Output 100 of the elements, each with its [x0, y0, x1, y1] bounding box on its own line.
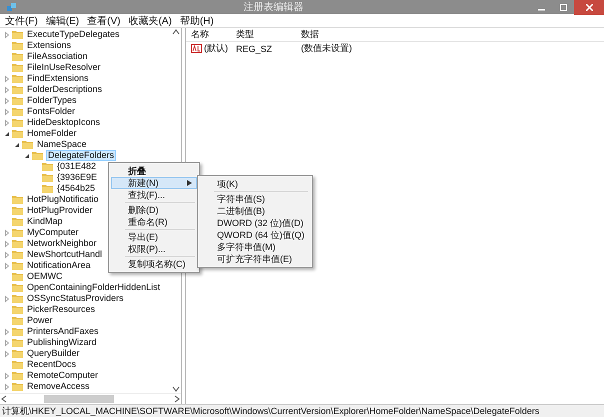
tree-item[interactable]: MyComputer — [26, 227, 80, 238]
folder-icon — [12, 63, 23, 72]
tree-item[interactable]: FontsFolder — [26, 106, 76, 117]
folder-icon — [12, 294, 23, 303]
expand-arrow-icon[interactable] — [2, 382, 12, 392]
menu-bar-item[interactable]: 查看(V) — [86, 14, 122, 28]
folder-icon — [12, 41, 23, 50]
menu-bar-item[interactable]: 帮助(H) — [178, 14, 215, 28]
tree-item[interactable]: OSSyncStatusProviders — [26, 293, 125, 304]
expand-arrow-icon[interactable] — [2, 228, 12, 238]
tree-item[interactable]: HotPlugProvider — [26, 205, 94, 216]
value-data: (数值未设置) — [301, 42, 353, 55]
folder-icon — [12, 195, 23, 204]
expand-arrow-icon[interactable] — [2, 84, 12, 94]
menu-item[interactable]: 重命名(R) — [111, 216, 197, 228]
column-header[interactable]: 数据 — [301, 28, 604, 41]
menu-bar-item[interactable]: 收藏夹(A) — [127, 14, 173, 28]
tree-item[interactable]: FileInUseResolver — [26, 62, 102, 73]
column-header[interactable]: 类型 — [236, 28, 301, 41]
expand-arrow-icon[interactable] — [2, 74, 12, 84]
scroll-up-icon[interactable] — [172, 28, 180, 36]
tree-item[interactable]: NetworkNeighbor — [26, 238, 98, 249]
submenu-arrow-icon — [187, 180, 192, 186]
folder-icon — [42, 162, 53, 171]
menu-bar-item[interactable]: 文件(F) — [4, 14, 39, 28]
menu-item[interactable]: 多字符串值(M) — [200, 241, 310, 253]
tree-item[interactable]: {3936E9E — [56, 172, 98, 183]
tree-item[interactable]: Extensions — [26, 40, 72, 51]
tree-item[interactable]: PickerResources — [26, 304, 96, 315]
column-header[interactable]: 名称 — [191, 28, 236, 41]
menu-bar-item[interactable]: 编辑(E) — [44, 14, 80, 28]
tree-item[interactable]: FileAssociation — [26, 51, 89, 62]
folder-icon — [12, 239, 23, 248]
registry-cubes-icon — [6, 2, 17, 12]
tree-item[interactable]: NewShortcutHandl — [26, 249, 104, 260]
scroll-down-icon[interactable] — [172, 385, 180, 393]
folder-icon — [12, 129, 23, 138]
tree-item[interactable]: HotPlugNotificatio — [26, 194, 100, 205]
scroll-left-icon[interactable] — [0, 395, 8, 403]
maximize-icon — [560, 4, 566, 10]
menu-item[interactable]: 权限(P)... — [111, 243, 197, 255]
folder-icon — [12, 371, 23, 380]
tree-item[interactable]: OpenContainingFolderHiddenList — [26, 282, 162, 293]
tree-item[interactable]: NameSpace — [36, 139, 88, 150]
tree-item[interactable]: {4564b25 — [56, 183, 96, 194]
menu-item[interactable]: QWORD (64 位)值(Q) — [200, 229, 310, 241]
expand-arrow-icon[interactable] — [2, 260, 12, 270]
tree-item[interactable]: QueryBuilder — [26, 348, 81, 359]
menu-item[interactable]: 新建(N) — [111, 177, 197, 189]
menu-item[interactable]: 折叠 — [111, 165, 197, 177]
value-name[interactable]: (默认) — [204, 42, 228, 55]
close-button[interactable] — [574, 0, 604, 14]
expand-arrow-icon[interactable] — [2, 338, 12, 348]
tree-item[interactable]: OEMWC — [26, 271, 64, 282]
folder-icon — [12, 272, 23, 281]
tree-item[interactable]: NotificationArea — [26, 260, 92, 271]
menu-item[interactable]: 可扩充字符串值(E) — [200, 253, 310, 265]
tree-item[interactable]: ExecuteTypeDelegates — [26, 29, 121, 40]
tree-item[interactable]: Power — [26, 315, 54, 326]
folder-icon — [42, 173, 53, 182]
menu-item[interactable]: 导出(E) — [111, 231, 197, 243]
folder-icon — [12, 74, 23, 83]
expand-arrow-icon[interactable] — [2, 326, 12, 336]
tree-item[interactable]: FindExtensions — [26, 73, 90, 84]
menu-item[interactable]: 查找(F)... — [111, 189, 197, 201]
menu-item[interactable]: 复制项名称(C) — [111, 258, 197, 270]
tree-item[interactable]: RecentDocs — [26, 359, 78, 370]
tree-item[interactable]: HideDesktopIcons — [26, 117, 102, 128]
folder-icon — [12, 305, 23, 314]
expand-arrow-icon[interactable] — [2, 250, 12, 260]
tree-item[interactable]: RemoteComputer — [26, 370, 100, 381]
folder-icon — [12, 327, 23, 336]
expand-arrow-icon[interactable] — [2, 238, 12, 248]
tree-item[interactable]: HomeFolder — [26, 128, 78, 139]
tree-item[interactable]: DelegateFolders — [46, 150, 116, 161]
expand-arrow-icon[interactable] — [2, 106, 12, 116]
tree-item[interactable]: FolderDescriptions — [26, 84, 104, 95]
folder-icon — [12, 261, 23, 270]
tree-item[interactable]: KindMap — [26, 216, 64, 227]
tree-item[interactable]: PrintersAndFaxes — [26, 326, 100, 337]
folder-icon — [12, 349, 23, 358]
menu-item[interactable]: 项(K) — [200, 178, 310, 190]
menu-item[interactable]: DWORD (32 位)值(D) — [200, 217, 310, 229]
expand-arrow-icon[interactable] — [2, 294, 12, 304]
folder-icon — [42, 184, 53, 193]
expand-arrow-icon[interactable] — [2, 96, 12, 106]
menu-item[interactable]: 二进制值(B) — [200, 205, 310, 217]
folder-icon — [12, 206, 23, 215]
tree-item[interactable]: FolderTypes — [26, 95, 78, 106]
menu-item[interactable]: 字符串值(S) — [200, 193, 310, 205]
scrollbar-thumb[interactable] — [44, 395, 114, 403]
expand-arrow-icon[interactable] — [2, 348, 12, 358]
scroll-right-icon[interactable] — [173, 395, 181, 403]
tree-item[interactable]: RemoveAccess — [26, 381, 91, 392]
menu-item[interactable]: 删除(D) — [111, 204, 197, 216]
expand-arrow-icon[interactable] — [2, 370, 12, 380]
tree-item[interactable]: PublishingWizard — [26, 337, 98, 348]
tree-item[interactable]: {031E482 — [56, 161, 98, 172]
expand-arrow-icon[interactable] — [2, 30, 12, 40]
folder-icon — [12, 228, 23, 237]
